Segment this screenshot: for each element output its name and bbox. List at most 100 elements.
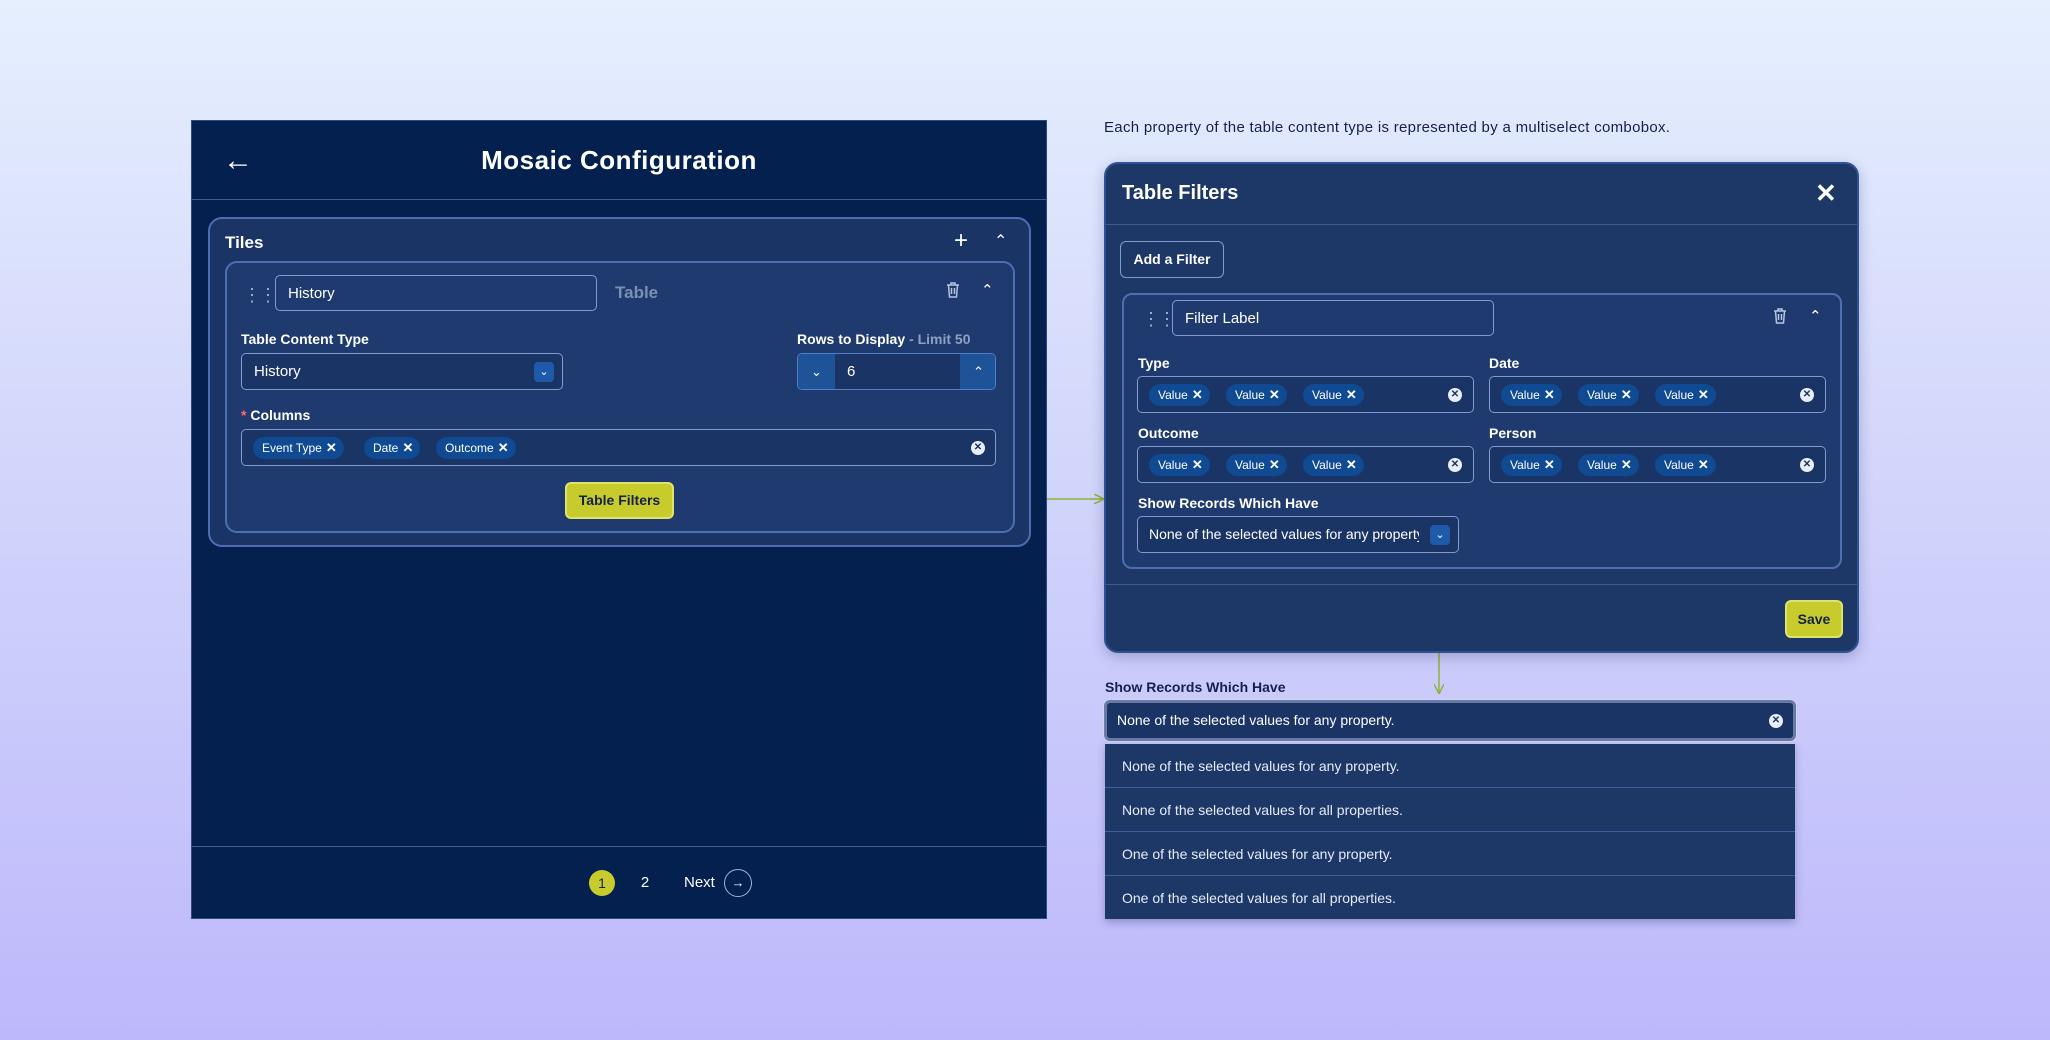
page-button-1[interactable]: 1 [589, 870, 615, 896]
chip-label: Value [1312, 458, 1342, 472]
add-filter-button[interactable]: Add a Filter [1120, 241, 1224, 278]
close-icon[interactable]: ✕ [1698, 454, 1709, 476]
close-icon[interactable]: ✕ [498, 437, 509, 459]
chip-label: Value [1158, 388, 1188, 402]
tiles-heading: Tiles [225, 233, 264, 252]
trash-icon[interactable] [945, 281, 961, 304]
select-value: History [254, 363, 301, 380]
drag-handle-icon[interactable]: ⋮⋮ [1142, 309, 1176, 330]
arrow-right-icon[interactable]: → [724, 869, 752, 897]
filter-card: ⋮⋮ ⌃ Type Value ✕ Value ✕ Value ✕ ✕ Date Va… [1122, 293, 1842, 569]
close-icon[interactable]: ✕ [1269, 384, 1280, 406]
trash-icon[interactable] [1772, 307, 1788, 330]
chip: Value ✕ [1226, 384, 1287, 406]
chip: Value ✕ [1149, 454, 1210, 476]
close-icon[interactable]: ✕ [1621, 454, 1632, 476]
close-icon[interactable]: ✕ [1269, 454, 1280, 476]
chevron-up-icon[interactable]: ⌃ [1809, 307, 1822, 325]
modal-title: Table Filters [1122, 182, 1239, 204]
show-records-label: Show Records Which Have [1138, 495, 1319, 511]
save-button[interactable]: Save [1785, 600, 1843, 638]
table-filters-modal: Table Filters ✕ Add a Filter ⋮⋮ ⌃ Type V… [1104, 162, 1859, 653]
clear-icon[interactable]: ✕ [1800, 458, 1814, 472]
panel-header: Mosaic Configuration ← [192, 121, 1046, 200]
dropdown-label: Show Records Which Have [1105, 679, 1286, 695]
chip: Value ✕ [1501, 384, 1562, 406]
dropdown-option[interactable]: One of the selected values for all prope… [1105, 876, 1795, 920]
chip: Value ✕ [1655, 454, 1716, 476]
chip-label: Value [1664, 458, 1694, 472]
date-label: Date [1489, 355, 1520, 371]
chip: Value ✕ [1578, 454, 1639, 476]
clear-icon[interactable]: ✕ [971, 441, 985, 455]
close-icon[interactable]: ✕ [1192, 454, 1203, 476]
close-icon[interactable]: ✕ [1544, 384, 1555, 406]
modal-footer: Save [1106, 584, 1857, 651]
columns-label: * Columns [241, 407, 310, 423]
show-records-select[interactable]: None of the selected values for any prop… [1137, 516, 1459, 553]
outcome-label: Outcome [1138, 425, 1199, 441]
drag-handle-icon[interactable]: ⋮⋮ [243, 285, 277, 306]
dropdown-option[interactable]: None of the selected values for any prop… [1105, 744, 1795, 788]
chevron-down-icon[interactable]: ⌄ [1430, 525, 1450, 545]
rows-stepper[interactable]: ⌄ 6 ⌃ [797, 353, 996, 390]
chevron-down-icon[interactable]: ⌄ [798, 354, 835, 389]
chevron-up-icon[interactable]: ⌃ [994, 231, 1007, 251]
person-multiselect[interactable]: Value ✕ Value ✕ Value ✕ ✕ [1489, 446, 1826, 483]
chip-label: Value [1235, 388, 1265, 402]
rows-limit-text: - Limit 50 [909, 331, 971, 347]
chevron-down-icon[interactable]: ⌄ [534, 362, 554, 382]
chevron-up-icon[interactable]: ⌃ [960, 354, 995, 389]
select-value: None of the selected values for any prop… [1149, 526, 1419, 542]
tile-card: ⋮⋮ Table ⌃ Table Content Type History ⌄ … [225, 261, 1015, 533]
table-filters-button[interactable]: Table Filters [565, 482, 674, 519]
next-button[interactable]: Next [684, 870, 715, 896]
close-icon[interactable]: ✕ [1192, 384, 1203, 406]
chip: Event Type ✕ [253, 437, 344, 459]
date-multiselect[interactable]: Value ✕ Value ✕ Value ✕ ✕ [1489, 376, 1826, 413]
chevron-up-icon[interactable]: ⌃ [981, 281, 994, 299]
dropdown-option[interactable]: One of the selected values for any prope… [1105, 832, 1795, 876]
tile-type-label: Table [615, 283, 659, 302]
filter-label-input[interactable] [1172, 300, 1494, 336]
chip: Value ✕ [1149, 384, 1210, 406]
close-icon[interactable]: ✕ [1815, 178, 1837, 209]
rows-label-text: Rows to Display [797, 331, 906, 347]
close-icon[interactable]: ✕ [1544, 454, 1555, 476]
back-arrow-icon[interactable]: ← [220, 143, 256, 179]
close-icon[interactable]: ✕ [402, 437, 413, 459]
chip-label: Value [1312, 388, 1342, 402]
close-icon[interactable]: ✕ [1698, 384, 1709, 406]
clear-icon[interactable]: ✕ [1769, 714, 1783, 728]
clear-icon[interactable]: ✕ [1800, 388, 1814, 402]
combobox-value: None of the selected values for any prop… [1117, 712, 1395, 728]
chip: Date ✕ [364, 437, 421, 459]
rows-value[interactable]: 6 [835, 354, 960, 389]
chip-label: Value [1664, 388, 1694, 402]
page-button-2[interactable]: 2 [632, 870, 658, 896]
chip: Value ✕ [1578, 384, 1639, 406]
close-icon[interactable]: ✕ [1346, 384, 1357, 406]
chip-label: Event Type [262, 441, 322, 455]
add-tile-icon[interactable]: + [954, 229, 968, 253]
chip-label: Value [1510, 458, 1540, 472]
close-icon[interactable]: ✕ [1621, 384, 1632, 406]
type-multiselect[interactable]: Value ✕ Value ✕ Value ✕ ✕ [1137, 376, 1474, 413]
rows-to-display-label: Rows to Display - Limit 50 [797, 331, 971, 347]
outcome-multiselect[interactable]: Value ✕ Value ✕ Value ✕ ✕ [1137, 446, 1474, 483]
clear-icon[interactable]: ✕ [1448, 388, 1462, 402]
person-label: Person [1489, 425, 1537, 441]
clear-icon[interactable]: ✕ [1448, 458, 1462, 472]
show-records-combobox[interactable]: None of the selected values for any prop… [1104, 700, 1796, 741]
chip: Value ✕ [1655, 384, 1716, 406]
columns-multiselect[interactable]: Event Type ✕ Date ✕ Outcome ✕ ✕ [241, 429, 996, 466]
chip: Outcome ✕ [436, 437, 516, 459]
caption-text: Each property of the table content type … [1104, 119, 1671, 136]
close-icon[interactable]: ✕ [1346, 454, 1357, 476]
chip-label: Outcome [445, 441, 494, 455]
close-icon[interactable]: ✕ [326, 437, 337, 459]
table-content-type-select[interactable]: History ⌄ [241, 353, 563, 390]
tile-name-input[interactable] [275, 275, 597, 311]
dropdown-option[interactable]: None of the selected values for all prop… [1105, 788, 1795, 832]
modal-header: Table Filters ✕ [1106, 164, 1857, 225]
